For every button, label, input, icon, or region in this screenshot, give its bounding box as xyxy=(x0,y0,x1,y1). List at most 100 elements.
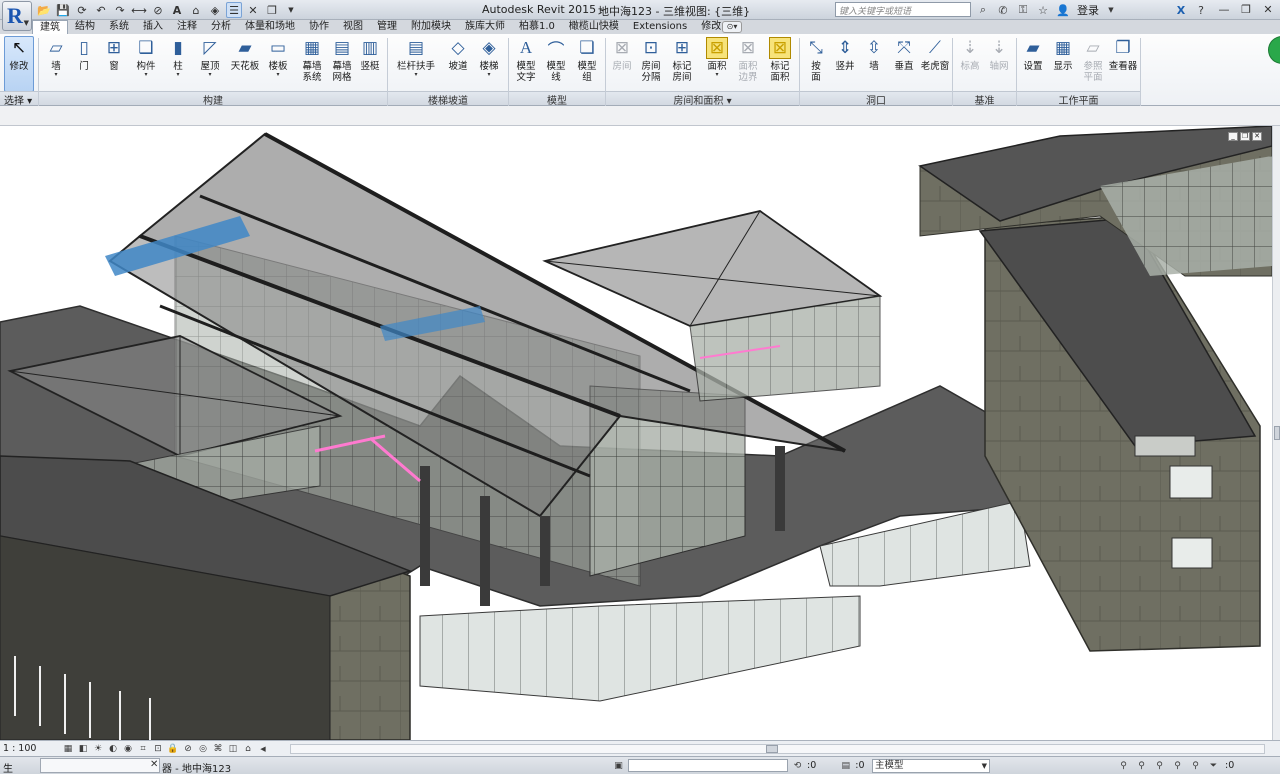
measure-icon[interactable]: ⟷ xyxy=(131,2,147,18)
tab-addins[interactable]: 附加模块 xyxy=(404,20,458,34)
tab-structure[interactable]: 结构 xyxy=(68,20,102,34)
qat-dropdown-icon[interactable]: ▼ xyxy=(283,2,299,18)
reveal-hidden-icon[interactable]: ◎ xyxy=(197,743,209,755)
open-icon[interactable]: 📂 xyxy=(36,2,52,18)
modify-button[interactable]: ↖ 修改 xyxy=(4,36,34,92)
dormer-button[interactable]: ⟋ 老虎窗 xyxy=(920,37,950,72)
tab-extensions[interactable]: Extensions xyxy=(626,20,694,34)
by-face-button[interactable]: ⤡ 按面 xyxy=(800,37,832,83)
column-button[interactable]: ▮ 柱 ▾ xyxy=(162,37,194,78)
door-button[interactable]: ▯ 门 xyxy=(68,37,100,72)
ramp-button[interactable]: ◇ 坡道 xyxy=(442,37,474,72)
visual-style-icon[interactable]: ◧ xyxy=(77,743,89,755)
sun-path-icon[interactable]: ☀ xyxy=(92,743,104,755)
wall-opening-button[interactable]: ⇳ 墙 xyxy=(858,37,890,72)
model-group-button[interactable]: ❏ 模型组 xyxy=(571,37,603,83)
tab-olive-mountain[interactable]: 橄榄山快模 xyxy=(562,20,626,34)
thin-lines-icon[interactable]: ☰ xyxy=(226,2,242,18)
project-browser-tab[interactable]: 器 - 地中海123 xyxy=(162,760,231,774)
shaft-button[interactable]: ⇕ 竖井 xyxy=(829,37,861,72)
vertical-opening-button[interactable]: ⤧ 垂直 xyxy=(888,37,920,72)
close-windows-icon[interactable]: ✕ xyxy=(245,2,261,18)
detail-level-icon[interactable]: ▦ xyxy=(62,743,74,755)
redo-icon[interactable]: ↷ xyxy=(112,2,128,18)
component-button[interactable]: ❑ 构件 ▾ xyxy=(130,37,162,78)
binoculars-icon[interactable]: ⌕ xyxy=(975,2,991,18)
exchange-apps-icon[interactable]: X xyxy=(1173,2,1189,18)
scroll-left-icon[interactable]: ◀ xyxy=(257,743,269,755)
tab-annotate[interactable]: 注释 xyxy=(170,20,204,34)
vertical-scrollbar[interactable] xyxy=(1272,126,1280,740)
switch-windows-icon[interactable]: ❐ xyxy=(264,2,280,18)
floor-button[interactable]: ▭ 楼板 ▾ xyxy=(262,37,294,78)
search-input[interactable]: 键入关键字或短语 xyxy=(835,2,971,17)
analysis-icon[interactable]: ⌘ xyxy=(212,743,224,755)
constraints-icon[interactable]: ⌂ xyxy=(242,743,254,755)
select-underlay-icon[interactable]: ⚲ xyxy=(1135,759,1148,772)
design-options-icon[interactable]: ▤ xyxy=(839,759,852,772)
workset-field[interactable] xyxy=(628,759,788,772)
area-button[interactable]: ⊠ 面积 ▾ xyxy=(701,37,733,78)
room-separator-button[interactable]: ⊡ 房间 分隔 xyxy=(635,37,667,83)
tab-insert[interactable]: 插入 xyxy=(136,20,170,34)
restore-icon[interactable]: ❐ xyxy=(1240,132,1250,141)
window-button[interactable]: ⊞ 窗 xyxy=(98,37,130,72)
room-button[interactable]: ⊠ 房间 xyxy=(606,37,638,72)
login-link[interactable]: 登录 xyxy=(1077,2,1099,18)
select-by-face-icon[interactable]: ⚲ xyxy=(1171,759,1184,772)
shadows-icon[interactable]: ◐ xyxy=(107,743,119,755)
text-icon[interactable]: A xyxy=(169,2,185,18)
exchange-icon[interactable]: ⚿ xyxy=(1015,2,1031,18)
undo-icon[interactable]: ↶ xyxy=(93,2,109,18)
mullion-button[interactable]: ▥ 竖梃 xyxy=(354,37,386,72)
tab-view[interactable]: 视图 xyxy=(336,20,370,34)
restore-icon[interactable]: ❐ xyxy=(1236,1,1256,18)
temp-hide-icon[interactable]: ⊘ xyxy=(182,743,194,755)
ref-plane-button[interactable]: ▱ 参照 平面 xyxy=(1077,37,1109,83)
stair-button[interactable]: ◈ 楼梯 ▾ xyxy=(473,37,505,78)
tag-icon[interactable]: ⊘ xyxy=(150,2,166,18)
active-design-option[interactable]: 主模型 ▼ xyxy=(872,759,990,773)
addin-icon[interactable] xyxy=(1268,36,1280,64)
tag-room-button[interactable]: ⊞ 标记 房间 xyxy=(666,37,698,83)
section-icon[interactable]: ◈ xyxy=(207,2,223,18)
model-text-button[interactable]: A 模型 文字 xyxy=(510,37,542,83)
select-pinned-icon[interactable]: ⚲ xyxy=(1153,759,1166,772)
minimize-icon[interactable]: _ xyxy=(1228,132,1238,141)
tab-bimo[interactable]: 柏慕1.0 xyxy=(512,20,562,34)
default-3d-icon[interactable]: ⌂ xyxy=(188,2,204,18)
communication-icon[interactable]: ✆ xyxy=(995,2,1011,18)
tag-area-button[interactable]: ⊠ 标记 面积 xyxy=(764,37,796,83)
filter-icon[interactable]: ⏷ xyxy=(1207,759,1220,772)
ceiling-button[interactable]: ▰ 天花板 xyxy=(229,37,261,72)
worksharing-icon[interactable]: ⟲ xyxy=(791,759,804,772)
select-dropdown[interactable]: 选择 ▾ xyxy=(4,92,32,107)
tab-systems[interactable]: 系统 xyxy=(102,20,136,34)
close-icon[interactable]: ✕ xyxy=(1252,132,1262,141)
crop-view-icon[interactable]: ⌗ xyxy=(137,743,149,755)
select-links-icon[interactable]: ⚲ xyxy=(1117,759,1130,772)
scroll-thumb[interactable] xyxy=(1274,426,1280,440)
sync-icon[interactable]: ⟳ xyxy=(74,2,90,18)
render-icon[interactable]: ◉ xyxy=(122,743,134,755)
view-scale[interactable]: 1 : 100 xyxy=(3,743,36,754)
set-workplane-button[interactable]: ▰ 设置 xyxy=(1017,37,1049,72)
close-icon[interactable]: ✕ xyxy=(1258,1,1278,18)
tab-massing-site[interactable]: 体量和场地 xyxy=(238,20,302,34)
close-icon[interactable]: ✕ xyxy=(150,759,158,770)
roof-button[interactable]: ◸ 屋顶 ▾ xyxy=(194,37,226,78)
show-workplane-button[interactable]: ▦ 显示 xyxy=(1047,37,1079,72)
level-button[interactable]: ⇣ 标高 xyxy=(954,37,986,72)
viewer-button[interactable]: ❐ 查看器 xyxy=(1106,37,1140,72)
grid-button[interactable]: ⇣ 轴网 xyxy=(983,37,1015,72)
curtain-system-button[interactable]: ▦ 幕墙 系统 xyxy=(296,37,328,83)
highlight-icon[interactable]: ◫ xyxy=(227,743,239,755)
horizontal-scrollbar[interactable] xyxy=(290,744,1265,754)
show-crop-icon[interactable]: ⊡ xyxy=(152,743,164,755)
save-icon[interactable]: 💾 xyxy=(55,2,71,18)
drag-elements-icon[interactable]: ⚲ xyxy=(1189,759,1202,772)
help-icon[interactable]: ? xyxy=(1193,2,1209,18)
user-icon[interactable]: 👤 xyxy=(1055,2,1071,18)
favorites-icon[interactable]: ☆ xyxy=(1035,2,1051,18)
room-group-label[interactable]: 房间和面积 ▾ xyxy=(606,92,799,107)
